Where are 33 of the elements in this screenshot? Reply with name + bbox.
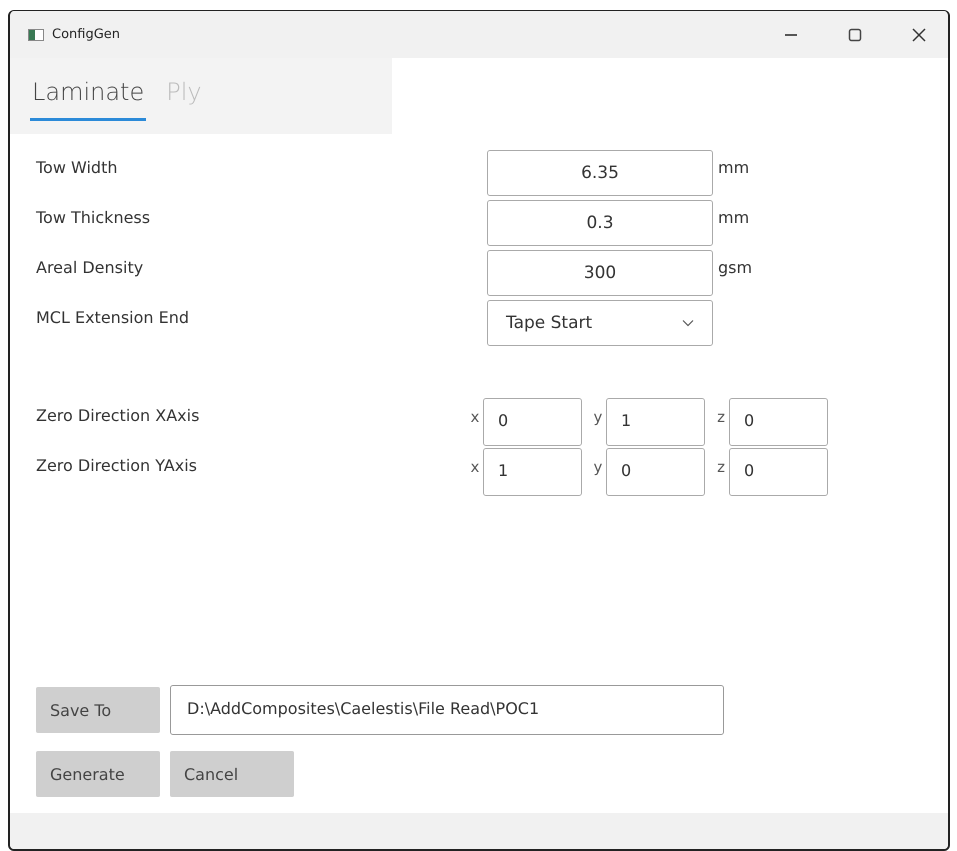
path-field[interactable]: D:\AddComposites\Caelestis\File Read\POC1 [170,685,724,735]
action-button[interactable]: Generate [36,751,160,797]
input-field[interactable]: 0 [729,398,828,446]
app-icon [28,28,44,40]
chevron-down-icon [682,319,694,327]
field-label: Zero Direction XAxis [36,405,200,425]
axis-label: y [592,457,604,478]
axis-label: z [716,407,726,428]
axis-label: y [592,407,604,428]
input-field[interactable]: 6.35 [487,150,713,196]
unit-label: gsm [717,257,752,277]
input-field[interactable]: 0 [729,448,828,496]
unit-label: mm [717,207,750,227]
input-field[interactable]: 0 [606,448,705,496]
action-button[interactable]: Cancel [170,751,294,797]
unit-label: mm [717,157,750,177]
field-label: Zero Direction YAxis [36,455,198,475]
field-label: Tow Width [36,157,118,177]
input-field[interactable]: 1 [483,448,582,496]
save-to-button[interactable]: Save To [36,687,160,733]
field-label: Areal Density [36,257,144,277]
window-title: ConfigGen [52,27,120,42]
field-label: MCL Extension End [36,307,190,327]
axis-label: z [716,457,726,478]
dropdown[interactable]: Tape Start [487,300,713,346]
input-field[interactable]: 300 [487,250,713,296]
axis-label: x [470,407,480,428]
axis-label: x [470,457,480,478]
input-field[interactable]: 1 [606,398,705,446]
field-label: Tow Thickness [36,207,152,227]
tab[interactable]: Laminate [30,58,146,121]
input-field[interactable]: 0.3 [487,200,713,246]
input-field[interactable]: 0 [483,398,582,446]
